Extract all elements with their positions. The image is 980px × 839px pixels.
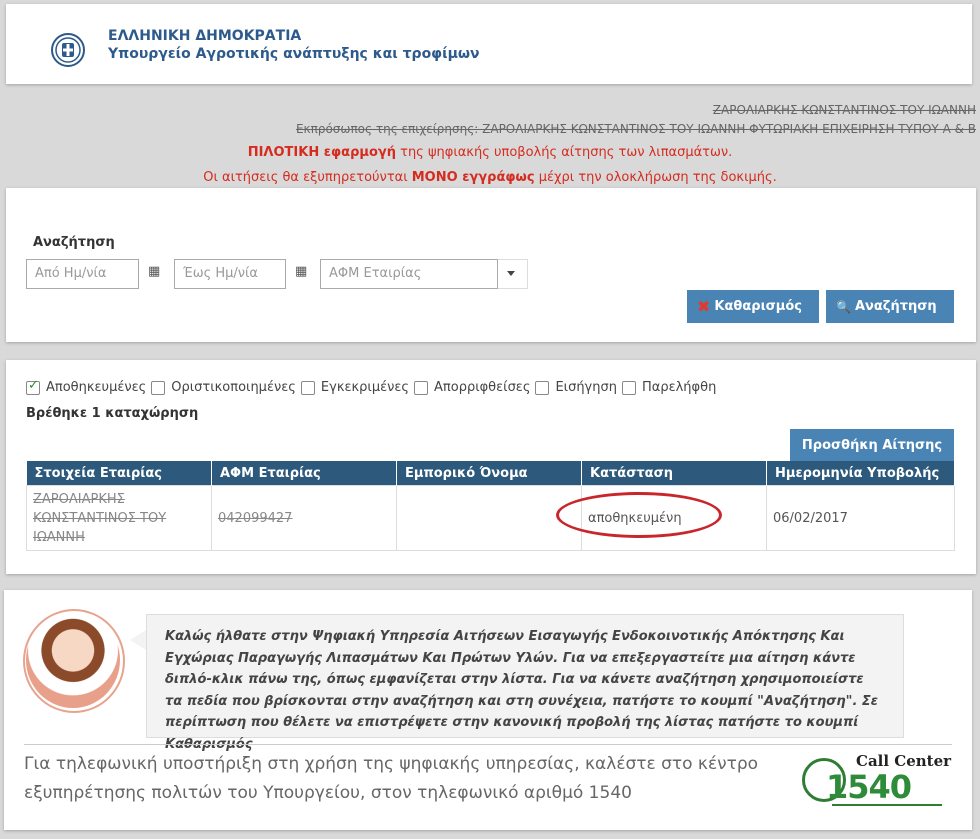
filter-label: Παρελήφθη [641,380,717,395]
table-header-row: Στοιχεία Εταιρίας ΑΦΜ Εταιρίας Εμπορικό … [26,461,955,486]
filter-label: Οριστικοποιημένες [171,380,296,395]
add-application-button[interactable]: Προσθήκη Αίτησης [790,429,954,461]
checkbox-icon[interactable] [621,380,636,395]
filter-finalized[interactable]: Οριστικοποιημένες [151,380,296,395]
search-icon: 🔍 [836,299,851,314]
pilot-notice-bold: ΠΙΛΟΤΙΚΗ εφαρμογή [247,145,396,160]
welcome-message: Καλώς ήλθατε στην Ψηφιακή Υπηρεσία Αιτήσ… [146,614,904,752]
help-panel: Καλώς ήλθατε στην Ψηφιακή Υπηρεσία Αιτήσ… [4,590,972,830]
applications-panel: Αποθηκευμένες Οριστικοποιημένες Εγκεκριμ… [6,360,976,574]
highlight-circle [556,491,722,538]
trade-name-cell [396,485,582,551]
filter-label: Αποθηκευμένες [46,380,147,395]
greek-crest-icon [51,33,85,67]
filter-rejected[interactable]: Απορριφθείσες [414,380,530,395]
calendar-icon[interactable]: ▦ [295,264,307,279]
search-title: Αναζήτηση [33,235,115,250]
search-button[interactable]: 🔍 Αναζήτηση [826,290,954,323]
checkbox-icon[interactable] [151,380,166,395]
afm-dropdown-button[interactable] [498,259,528,289]
search-button-label: Αναζήτηση [854,299,937,314]
column-header[interactable]: Κατάσταση [581,461,767,486]
status-filters: Αποθηκευμένες Οριστικοποιημένες Εγκεκριμ… [26,378,721,395]
pilot-notice: ΠΙΛΟΤΙΚΗ εφαρμογή της ψηφιακής υποβολής … [0,145,980,160]
column-header[interactable]: Ημερομηνία Υποβολής [766,461,955,486]
company-name: ΖΑΡΟΛΙΑΡΚΗΣ ΚΩΝΣΤΑΝΤΙΝΟΣ ΤΟΥ ΙΩΑΝΝΗ [33,491,167,545]
filter-label: Εγκεκριμένες [320,380,410,395]
status-cell: αποθηκευμένη [556,485,767,551]
column-header[interactable]: ΑΦΜ Εταιρίας [211,461,397,486]
search-panel: Αναζήτηση Από Ημ/νία ▦ Έως Ημ/νία ▦ ΑΦΜ … [6,188,976,342]
chevron-down-icon [507,271,515,276]
to-date-input[interactable]: Έως Ημ/νία [174,259,286,289]
checkbox-icon[interactable] [535,380,550,395]
written-notice-a: Οι αιτήσεις θα εξυπηρετούνται [203,170,412,185]
call-center-number: 1540 [826,768,912,806]
afm-value: 042099427 [218,510,293,526]
calendar-icon[interactable]: ▦ [148,264,160,279]
date-cell: 06/02/2017 [766,485,955,551]
pilot-notice-text: της ψηφιακής υποβολής αίτησης των λιπασμ… [395,145,733,160]
result-count: Βρέθηκε 1 καταχώρηση [26,406,199,421]
filter-received[interactable]: Παρελήφθη [621,380,717,395]
company-name-struck: ΖΑΡΟΛΙΑΡΚΗΣ ΚΩΝΣΤΑΝΤΙΝΟΣ ΤΟΥ ΙΩΑΝΝΗ [712,103,976,117]
checkbox-icon[interactable] [300,380,315,395]
checkbox-icon[interactable] [414,380,429,395]
filter-saved[interactable]: Αποθηκευμένες [26,378,147,395]
clear-button-label: Καθαρισμός [714,299,802,314]
header-ministry: Υπουργείο Αγροτικής ανάπτυξης και τροφίμ… [108,46,480,62]
applications-table: Στοιχεία Εταιρίας ΑΦΜ Εταιρίας Εμπορικό … [26,461,955,551]
header-panel: ΕΛΛΗΝΙΚΗ ΔΗΜΟΚΡΑΤΙΑ Υπουργείο Αγροτικής … [6,4,972,84]
close-icon: ✖ [697,297,711,316]
table-row[interactable]: ΖΑΡΟΛΙΑΡΚΗΣ ΚΩΝΣΤΑΝΤΙΝΟΣ ΤΟΥ ΙΩΑΝΝΗ 0420… [26,485,955,551]
clear-button[interactable]: ✖ Καθαρισμός [687,290,819,323]
written-notice-b: μέχρι την ολοκλήρωση της δοκιμής. [534,170,777,185]
written-notice-bold: ΜΟΝΟ εγγράφως [411,170,535,185]
call-center-underline [832,804,942,806]
phone-support-text: Για τηλεφωνική υποστήριξη στη χρήση της … [24,754,759,803]
afm-cell: 042099427 [211,485,397,551]
speech-bubble-tail [130,630,146,650]
column-header[interactable]: Εμπορικό Όνομα [396,461,582,486]
call-center-logo: Call Center 1540 [802,752,951,808]
from-date-input[interactable]: Από Ημ/νία [26,259,139,289]
afm-input[interactable]: ΑΦΜ Εταιρίας [320,259,498,289]
column-header[interactable]: Στοιχεία Εταιρίας [26,461,212,486]
header-title: ΕΛΛΗΝΙΚΗ ΔΗΜΟΚΡΑΤΙΑ [108,28,302,44]
status-value-wrap: αποθηκευμένη [556,491,722,538]
filter-label: Απορριφθείσες [434,380,531,395]
representative-struck: Εκπρόσωπος της επιχείρησης: ΖΑΡΟΛΙΑΡΚΗΣ … [295,122,976,136]
filter-label: Εισήγηση [555,380,617,395]
divider [24,744,952,745]
written-notice: Οι αιτήσεις θα εξυπηρετούνται ΜΟΝΟ εγγρά… [0,170,980,185]
support-agent-avatar [26,612,120,708]
company-cell: ΖΑΡΟΛΙΑΡΚΗΣ ΚΩΝΣΤΑΝΤΙΝΟΣ ΤΟΥ ΙΩΑΝΝΗ [26,485,212,551]
filter-approved[interactable]: Εγκεκριμένες [300,380,410,395]
checkbox-checked-icon[interactable] [26,378,40,395]
filter-recommendation[interactable]: Εισήγηση [535,380,617,395]
